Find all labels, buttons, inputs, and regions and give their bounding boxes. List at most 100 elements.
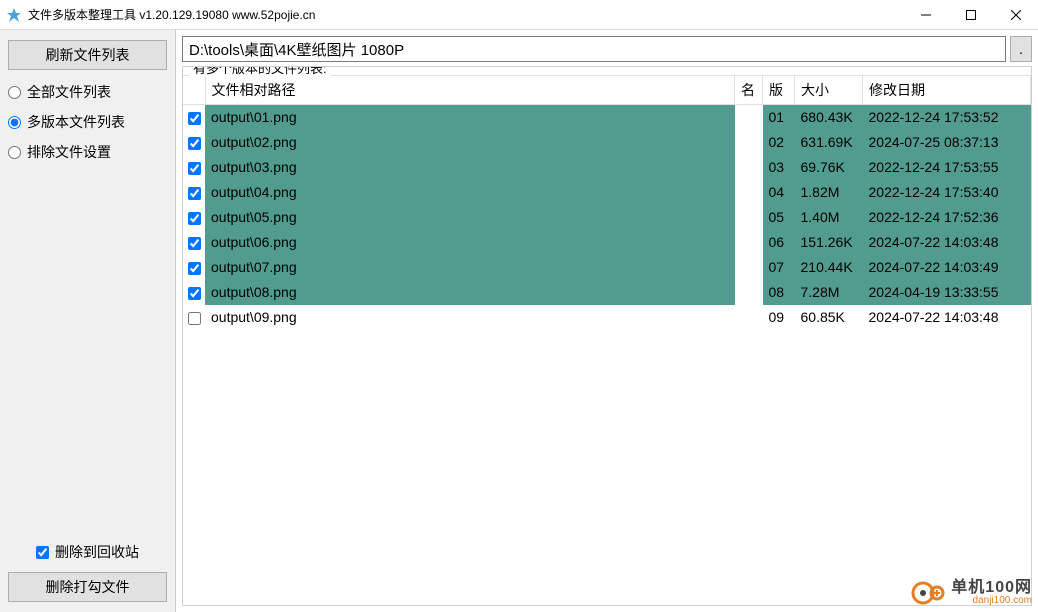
window-controls xyxy=(903,0,1038,29)
row-name xyxy=(735,155,763,180)
row-checkbox-cell xyxy=(183,105,205,130)
row-date: 2022-12-24 17:52:36 xyxy=(863,205,1031,230)
row-size: 1.82M xyxy=(795,180,863,205)
row-path: output\09.png xyxy=(205,305,735,330)
table-wrap: 文件相对路径 名 版 大小 修改日期 output\01.png01680.43… xyxy=(183,75,1031,605)
watermark-main: 单机100网 xyxy=(951,580,1032,596)
radio-all-files[interactable]: 全部文件列表 xyxy=(8,82,167,102)
path-row: . xyxy=(176,30,1038,66)
row-path: output\08.png xyxy=(205,280,735,305)
row-name xyxy=(735,180,763,205)
table-row[interactable]: output\02.png 02631.69K2024-07-25 08:37:1… xyxy=(183,130,1031,155)
app-icon xyxy=(6,7,22,23)
header-check[interactable] xyxy=(183,76,205,105)
file-list-group: 有多个版本的文件列表: 文件相对路径 名 版 大小 修改日期 output\01… xyxy=(182,66,1032,606)
row-ver: 06 xyxy=(763,230,795,255)
row-path: output\07.png xyxy=(205,255,735,280)
radio-exclude-settings-input[interactable] xyxy=(8,146,21,159)
path-input[interactable] xyxy=(182,36,1006,62)
row-path: output\04.png xyxy=(205,180,735,205)
table-row[interactable]: output\05.png051.40M2022-12-24 17:52:36 xyxy=(183,205,1031,230)
table-row[interactable]: output\07.png07210.44K2024-07-22 14:03:4… xyxy=(183,255,1031,280)
row-checkbox-cell xyxy=(183,155,205,180)
row-path: output\01.png xyxy=(205,105,735,130)
table-row[interactable]: output\09.png0960.85K2024-07-22 14:03:48 xyxy=(183,305,1031,330)
table-row[interactable]: output\04.png 041.82M2022-12-24 17:53:40 xyxy=(183,180,1031,205)
row-date: 2024-07-25 08:37:13 xyxy=(863,130,1031,155)
row-path: output\02.png xyxy=(205,130,735,155)
row-date: 2024-07-22 14:03:48 xyxy=(863,230,1031,255)
row-name xyxy=(735,305,763,330)
maximize-button[interactable] xyxy=(948,0,993,29)
header-size[interactable]: 大小 xyxy=(795,76,863,105)
row-ver: 09 xyxy=(763,305,795,330)
table-row[interactable]: output\06.png 06151.26K2024-07-22 14:03:4… xyxy=(183,230,1031,255)
row-checkbox[interactable] xyxy=(188,162,201,175)
header-date[interactable]: 修改日期 xyxy=(863,76,1031,105)
row-name xyxy=(735,105,763,130)
header-path[interactable]: 文件相对路径 xyxy=(205,76,735,105)
watermark-sub: danji100.com xyxy=(951,596,1032,606)
row-checkbox[interactable] xyxy=(188,112,201,125)
radio-all-files-input[interactable] xyxy=(8,86,21,99)
table-row[interactable]: output\03.png0369.76K2022-12-24 17:53:55 xyxy=(183,155,1031,180)
window-title: 文件多版本整理工具 v1.20.129.19080 www.52pojie.cn xyxy=(28,6,903,23)
row-checkbox[interactable] xyxy=(188,237,201,250)
table-row[interactable]: output\08.png087.28M2024-04-19 13:33:55 xyxy=(183,280,1031,305)
sidebar: 刷新文件列表 全部文件列表 多版本文件列表 排除文件设置 删除到回收站 删除打勾… xyxy=(0,30,176,612)
radio-multi-version[interactable]: 多版本文件列表 xyxy=(8,112,167,132)
maximize-icon xyxy=(966,10,976,20)
row-path: output\03.png xyxy=(205,155,735,180)
row-ver: 03 xyxy=(763,155,795,180)
sidebar-bottom: 删除到回收站 删除打勾文件 xyxy=(8,542,167,602)
row-checkbox-cell xyxy=(183,255,205,280)
row-name xyxy=(735,255,763,280)
row-ver: 04 xyxy=(763,180,795,205)
row-checkbox[interactable] xyxy=(188,137,201,150)
minimize-button[interactable] xyxy=(903,0,948,29)
row-ver: 07 xyxy=(763,255,795,280)
radio-multi-version-input[interactable] xyxy=(8,116,21,129)
recycle-checkbox[interactable] xyxy=(36,546,49,559)
view-radio-group: 全部文件列表 多版本文件列表 排除文件设置 xyxy=(8,82,167,162)
row-date: 2022-12-24 17:53:52 xyxy=(863,105,1031,130)
row-checkbox[interactable] xyxy=(188,312,201,325)
row-size: 60.85K xyxy=(795,305,863,330)
header-ver[interactable]: 版 xyxy=(763,76,795,105)
row-size: 631.69K xyxy=(795,130,863,155)
refresh-button[interactable]: 刷新文件列表 xyxy=(8,40,167,70)
watermark-icon xyxy=(911,578,945,608)
radio-exclude-settings-label: 排除文件设置 xyxy=(27,142,111,162)
row-checkbox[interactable] xyxy=(188,187,201,200)
table-row[interactable]: output\01.png01680.43K2022-12-24 17:53:5… xyxy=(183,105,1031,130)
watermark-text: 单机100网 danji100.com xyxy=(951,580,1032,606)
radio-exclude-settings[interactable]: 排除文件设置 xyxy=(8,142,167,162)
recycle-checkbox-row[interactable]: 删除到回收站 xyxy=(8,542,167,562)
row-size: 1.40M xyxy=(795,205,863,230)
row-name xyxy=(735,230,763,255)
header-name[interactable]: 名 xyxy=(735,76,763,105)
row-checkbox-cell xyxy=(183,205,205,230)
delete-checked-button[interactable]: 删除打勾文件 xyxy=(8,572,167,602)
row-checkbox[interactable] xyxy=(188,262,201,275)
row-path: output\06.png xyxy=(205,230,735,255)
row-checkbox-cell xyxy=(183,180,205,205)
row-size: 210.44K xyxy=(795,255,863,280)
minimize-icon xyxy=(921,10,931,20)
file-table: 文件相对路径 名 版 大小 修改日期 output\01.png01680.43… xyxy=(183,76,1031,330)
browse-button[interactable]: . xyxy=(1010,36,1032,62)
group-title: 有多个版本的文件列表: xyxy=(189,66,331,77)
row-ver: 02 xyxy=(763,130,795,155)
radio-all-files-label: 全部文件列表 xyxy=(27,82,111,102)
row-date: 2022-12-24 17:53:40 xyxy=(863,180,1031,205)
row-ver: 05 xyxy=(763,205,795,230)
row-size: 151.26K xyxy=(795,230,863,255)
row-checkbox-cell xyxy=(183,305,205,330)
row-name xyxy=(735,205,763,230)
row-checkbox[interactable] xyxy=(188,212,201,225)
row-checkbox-cell xyxy=(183,280,205,305)
row-checkbox[interactable] xyxy=(188,287,201,300)
close-icon xyxy=(1011,10,1021,20)
close-button[interactable] xyxy=(993,0,1038,29)
recycle-checkbox-label: 删除到回收站 xyxy=(55,542,139,562)
